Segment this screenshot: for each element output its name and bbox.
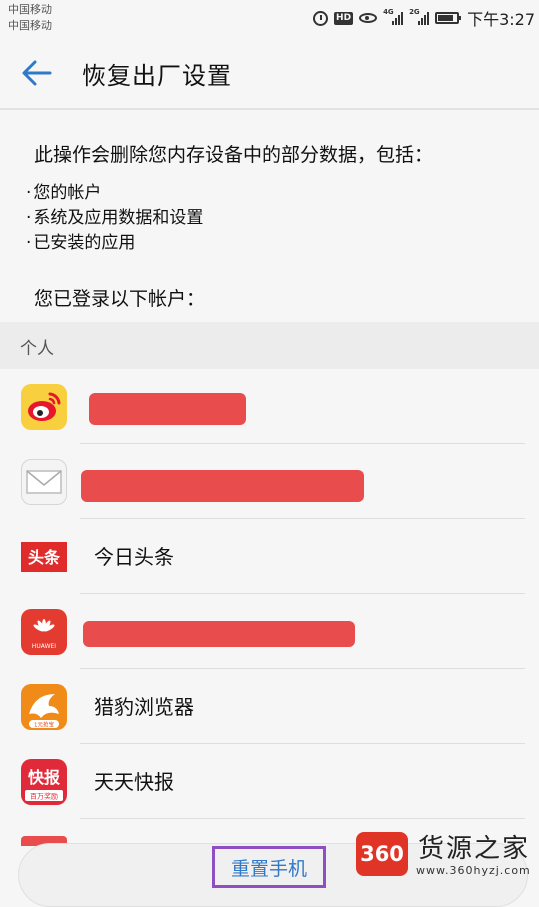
redacted-account-name [83, 621, 355, 647]
signal-2g-label: 2G [409, 8, 420, 16]
redacted-account-name [89, 393, 246, 425]
account-row-email[interactable] [0, 444, 539, 519]
status-icons: HD 4G 2G 下午3:27 [313, 7, 535, 29]
account-label: 天天快报 [94, 770, 174, 794]
email-icon [21, 459, 67, 505]
account-row-huawei[interactable]: HUAWEI [0, 594, 539, 669]
status-time: 下午3:27 [467, 10, 535, 29]
section-title: 个人 [20, 339, 54, 359]
alarm-icon [313, 10, 329, 26]
page-title: 恢复出厂设置 [82, 62, 232, 90]
account-label: 今日头条 [94, 545, 174, 569]
row-divider [80, 818, 525, 819]
kuaibao-icon-text: 快报 [28, 768, 60, 787]
eye-comfort-icon [359, 13, 378, 23]
kuaibao-icon: 快报 百万奖励 [21, 759, 67, 805]
account-row-cheetah[interactable]: 1元抢宝 猎豹浏览器 [0, 669, 539, 744]
section-header: 个人 [0, 322, 539, 369]
account-row-toutiao[interactable]: 头条 今日头条 [0, 519, 539, 594]
kuaibao-icon-subtext: 百万奖励 [30, 792, 58, 801]
header: 恢复出厂设置 [0, 38, 539, 110]
warning-text: 此操作会删除您内存设备中的部分数据，包括： [34, 144, 434, 166]
account-label: 猎豹浏览器 [94, 695, 194, 719]
accounts-label: 您已登录以下帐户： [34, 288, 206, 310]
account-row-weibo[interactable] [0, 369, 539, 444]
battery-icon [435, 12, 462, 24]
huawei-icon-text: HUAWEI [32, 643, 56, 650]
list-item: 系统及应用数据和设置 [26, 206, 203, 231]
back-arrow-icon[interactable] [20, 56, 54, 90]
account-row-kuaibao[interactable]: 快报 百万奖励 天天快报 [0, 744, 539, 819]
signal-2g-icon: 2G [409, 8, 430, 25]
toutiao-icon: 头条 [21, 534, 67, 580]
reset-phone-button[interactable]: 重置手机 [212, 846, 326, 888]
hd-icon: HD [334, 11, 354, 25]
watermark-badge: 360 [356, 832, 408, 876]
signal-4g-icon: 4G [383, 8, 404, 25]
signal-4g-label: 4G [383, 8, 394, 16]
cheetah-icon-text: 1元抢宝 [34, 721, 54, 729]
huawei-icon: HUAWEI [21, 609, 67, 655]
watermark-url: www.360hyzj.com [416, 864, 531, 877]
carrier-label-1: 中国移动 [8, 3, 52, 16]
list-item: 您的帐户 [26, 181, 203, 206]
data-list: 您的帐户 系统及应用数据和设置 已安装的应用 [26, 181, 203, 256]
watermark-title: 货源之家 [418, 834, 531, 864]
cheetah-browser-icon: 1元抢宝 [21, 684, 67, 730]
redacted-account-name [81, 470, 364, 502]
list-item: 已安装的应用 [26, 231, 203, 256]
weibo-icon [21, 384, 67, 430]
watermark: 360 货源之家 www.360hyzj.com [354, 824, 534, 886]
toutiao-icon-text: 头条 [28, 548, 61, 567]
carrier-label-2: 中国移动 [8, 19, 52, 32]
status-bar: 中国移动 中国移动 HD 4G 2G 下午3:27 [0, 0, 539, 38]
